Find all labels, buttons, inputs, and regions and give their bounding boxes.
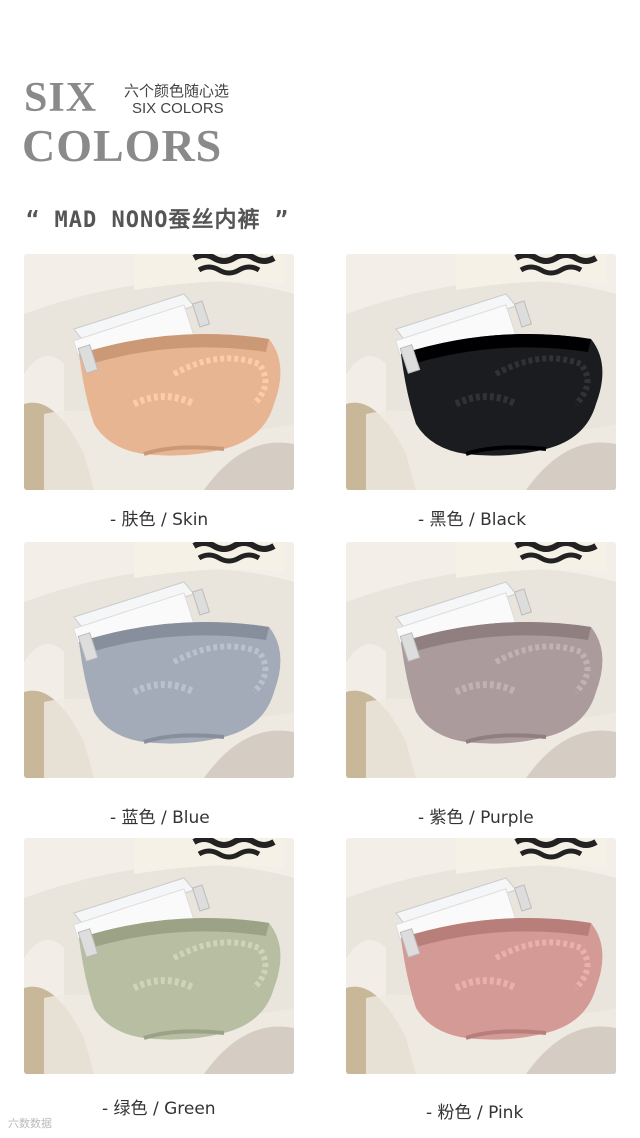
title-six: SIX [24, 75, 98, 121]
photo-skin: Eage Rock Playground House [24, 254, 294, 490]
caption-pink: - 粉色 / Pink [426, 1103, 524, 1123]
title-colors: COLORS [22, 120, 223, 171]
photo-purple: Eage Rock Playground House [346, 542, 616, 778]
product-line: “ MAD NONO蚕丝内裤 ” [26, 208, 289, 233]
photo-blue: Eage Rock Playground House [24, 542, 294, 778]
photo-black: Eage Rock Playground House [346, 254, 616, 490]
caption-green: - 绿色 / Green [102, 1099, 216, 1119]
watermark: 六数数据 [8, 1117, 52, 1130]
photo-green: Eage Rock Playground House [24, 838, 294, 1074]
caption-blue: - 蓝色 / Blue [110, 808, 210, 828]
caption-skin: - 肤色 / Skin [110, 510, 209, 530]
subtitle-cn: 六个颜色随心选 [124, 82, 230, 100]
caption-purple: - 紫色 / Purple [418, 808, 534, 828]
header: SIX 六个颜色随心选 SIX COLORS COLORS [22, 72, 622, 172]
photo-pink: Eage Rock Playground House [346, 838, 616, 1074]
caption-black: - 黑色 / Black [418, 510, 527, 530]
subtitle-en: SIX COLORS [132, 100, 224, 117]
